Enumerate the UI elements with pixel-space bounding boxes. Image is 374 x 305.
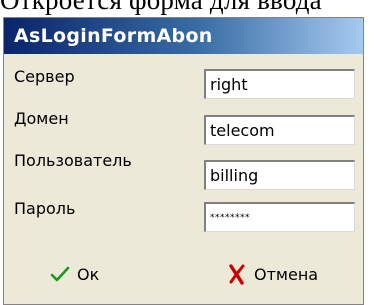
red-x-icon — [229, 264, 245, 285]
ok-button[interactable]: Ок — [49, 256, 99, 292]
user-row: Пользователь — [4, 151, 363, 191]
domain-row: Домен — [4, 109, 363, 149]
login-dialog: AsLoginFormAbon Сервер Домен Пользовател… — [3, 17, 364, 305]
domain-label: Домен — [14, 109, 69, 128]
password-row: Пароль — [4, 199, 363, 239]
user-input[interactable] — [204, 160, 355, 190]
server-label: Сервер — [14, 67, 75, 86]
cancel-button[interactable]: Отмена — [226, 256, 318, 292]
server-row: Сервер — [4, 67, 363, 107]
checkmark-icon — [50, 266, 70, 282]
cancel-button-label: Отмена — [254, 264, 319, 284]
password-label: Пароль — [14, 199, 76, 218]
server-input[interactable] — [204, 69, 355, 99]
window-title: AsLoginFormAbon — [14, 25, 213, 47]
document-caption: Откроется форма для ввода — [0, 0, 322, 15]
title-bar[interactable]: AsLoginFormAbon — [4, 18, 363, 54]
domain-input[interactable] — [204, 115, 355, 145]
password-input[interactable] — [204, 202, 355, 232]
user-label: Пользователь — [14, 151, 132, 170]
ok-button-label: Ок — [77, 264, 100, 284]
